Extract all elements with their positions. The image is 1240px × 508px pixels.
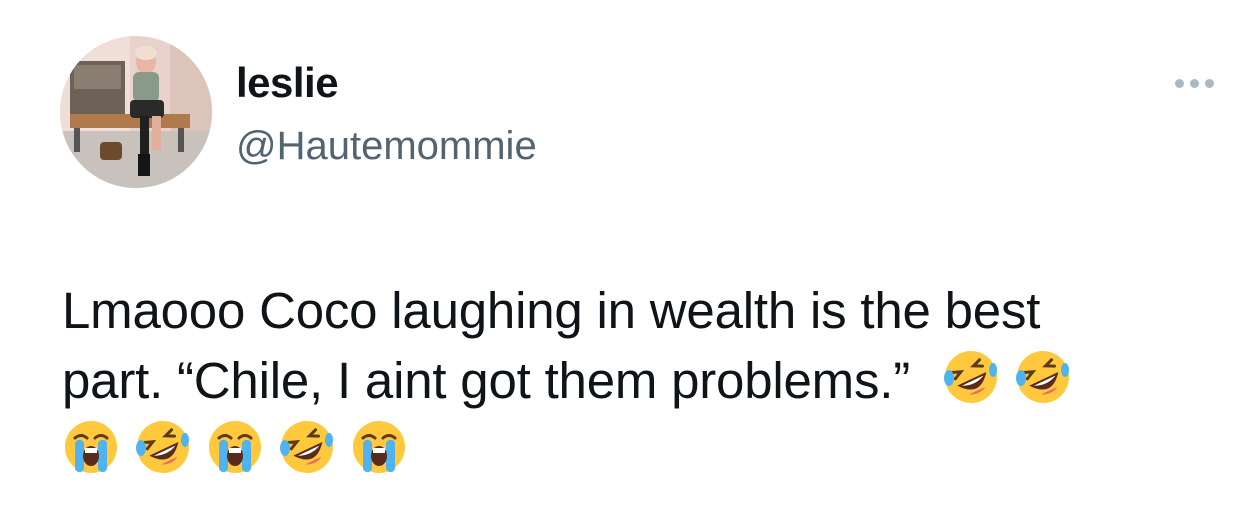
tweet-text-line-2: part. “Chile, I aint got them problems.” bbox=[62, 346, 1212, 416]
rofl-emoji-icon bbox=[1016, 351, 1070, 403]
more-dot bbox=[1174, 78, 1184, 88]
tweet-text-line-2-text: part. “Chile, I aint got them problems.” bbox=[62, 352, 911, 409]
tweet-text-line-3 bbox=[62, 416, 1212, 486]
tweet-card: leslie @Hautemommie Lmaooo Coco laughing… bbox=[0, 0, 1240, 508]
tweet-text-line-1: Lmaooo Coco laughing in wealth is the be… bbox=[62, 282, 1041, 339]
more-dot bbox=[1204, 78, 1214, 88]
more-dot bbox=[1189, 78, 1199, 88]
avatar[interactable] bbox=[60, 36, 212, 188]
sob-emoji-icon bbox=[353, 421, 405, 473]
sob-emoji-icon bbox=[209, 421, 261, 473]
emoji-group-line-2 bbox=[942, 348, 1072, 406]
rofl-emoji-icon bbox=[136, 421, 189, 473]
sob-emoji-icon bbox=[65, 421, 117, 473]
more-options-icon[interactable] bbox=[1166, 70, 1222, 96]
avatar-image bbox=[60, 36, 212, 188]
user-handle[interactable]: @Hautemommie bbox=[236, 122, 537, 170]
display-name[interactable]: leslie bbox=[236, 58, 339, 108]
emoji-group-line-3 bbox=[62, 418, 408, 476]
tweet-text: Lmaooo Coco laughing in wealth is the be… bbox=[62, 276, 1212, 486]
rofl-emoji-icon bbox=[280, 421, 333, 473]
rofl-emoji-icon bbox=[944, 351, 998, 403]
